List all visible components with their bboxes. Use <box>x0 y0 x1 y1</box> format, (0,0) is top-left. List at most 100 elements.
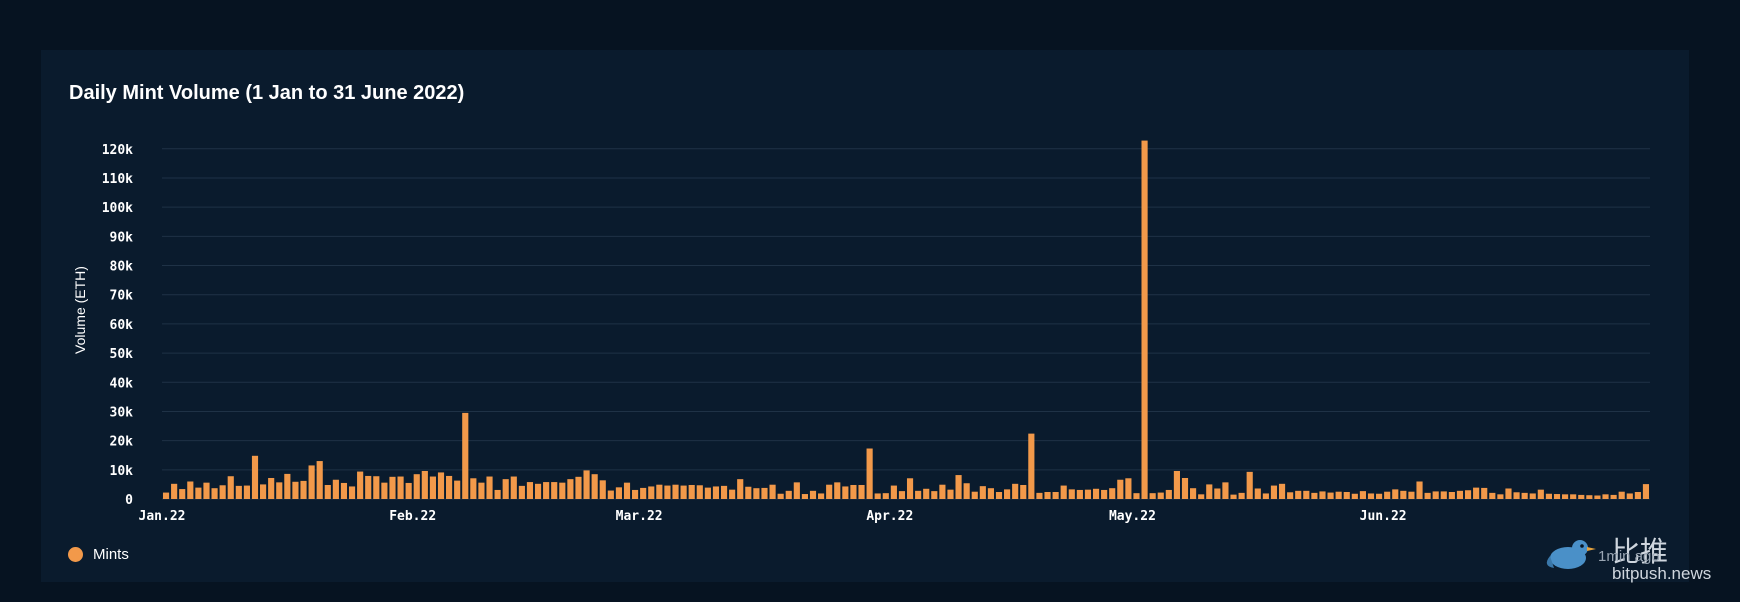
bar[interactable] <box>518 485 525 499</box>
bar[interactable] <box>1214 488 1221 499</box>
bar[interactable] <box>381 482 388 499</box>
bar[interactable] <box>1238 492 1245 499</box>
bar[interactable] <box>842 486 849 499</box>
bar[interactable] <box>494 489 501 499</box>
bar[interactable] <box>680 485 687 499</box>
bar[interactable] <box>1036 492 1043 499</box>
bar[interactable] <box>745 486 752 499</box>
bar[interactable] <box>1303 490 1310 499</box>
bar[interactable] <box>1392 489 1399 499</box>
bar[interactable] <box>615 487 622 499</box>
bar[interactable] <box>947 489 954 499</box>
bar[interactable] <box>543 482 550 499</box>
bar[interactable] <box>357 471 364 499</box>
bar[interactable] <box>1343 492 1350 499</box>
bar[interactable] <box>446 475 453 499</box>
bar[interactable] <box>826 484 833 499</box>
bar[interactable] <box>470 478 477 499</box>
bar[interactable] <box>632 489 639 499</box>
bar[interactable] <box>462 412 469 499</box>
bar[interactable] <box>874 493 881 499</box>
bar[interactable] <box>1165 489 1172 499</box>
bar[interactable] <box>1594 495 1601 500</box>
bar[interactable] <box>1052 492 1059 499</box>
bar[interactable] <box>534 483 542 499</box>
bar[interactable] <box>235 485 242 499</box>
bar[interactable] <box>187 481 194 499</box>
bar[interactable] <box>1610 494 1617 499</box>
bar[interactable] <box>1319 491 1326 499</box>
bar[interactable] <box>413 474 420 499</box>
bar[interactable] <box>688 484 695 499</box>
bar[interactable] <box>834 482 841 499</box>
bar[interactable] <box>454 480 461 499</box>
bar[interactable] <box>478 482 485 499</box>
bar[interactable] <box>559 482 566 499</box>
bar[interactable] <box>955 475 962 499</box>
bar[interactable] <box>777 493 784 499</box>
bar[interactable] <box>818 493 825 499</box>
bar[interactable] <box>365 475 372 499</box>
bar[interactable] <box>1481 487 1488 499</box>
bar[interactable] <box>858 484 865 499</box>
bar[interactable] <box>1270 485 1278 499</box>
bar[interactable] <box>1505 488 1512 499</box>
bar[interactable] <box>1020 484 1027 499</box>
bar[interactable] <box>1602 494 1609 499</box>
bar[interactable] <box>1513 492 1520 499</box>
bar[interactable] <box>1125 478 1132 499</box>
bar[interactable] <box>284 473 291 499</box>
bar[interactable] <box>1642 484 1650 499</box>
bar[interactable] <box>437 472 445 499</box>
bar[interactable] <box>607 490 614 499</box>
bar[interactable] <box>1464 490 1472 499</box>
bar[interactable] <box>1117 479 1124 499</box>
bar[interactable] <box>397 476 404 499</box>
bar[interactable] <box>1173 470 1180 499</box>
bar[interactable] <box>987 488 994 499</box>
bar[interactable] <box>1084 489 1092 499</box>
bar[interactable] <box>1101 489 1108 499</box>
bar[interactable] <box>1384 491 1391 499</box>
bar[interactable] <box>1246 471 1253 499</box>
bar[interactable] <box>179 489 186 499</box>
bar[interactable] <box>915 490 922 499</box>
bar[interactable] <box>1133 493 1140 499</box>
bar[interactable] <box>1109 488 1116 499</box>
bar[interactable] <box>219 485 226 499</box>
bar[interactable] <box>340 482 348 499</box>
bar[interactable] <box>583 470 590 499</box>
bar[interactable] <box>1456 490 1464 499</box>
bar[interactable] <box>890 485 897 499</box>
bar[interactable] <box>203 482 210 499</box>
bar[interactable] <box>251 455 259 499</box>
bar[interactable] <box>1626 493 1633 499</box>
bar[interactable] <box>793 482 800 499</box>
bar[interactable] <box>1004 489 1011 499</box>
bar[interactable] <box>1198 494 1205 499</box>
bar[interactable] <box>1529 493 1536 499</box>
bar[interactable] <box>696 485 703 499</box>
bar[interactable] <box>324 484 331 499</box>
bar[interactable] <box>211 488 218 499</box>
bar[interactable] <box>1400 490 1407 499</box>
bar[interactable] <box>923 488 930 499</box>
bar[interactable] <box>486 476 493 499</box>
bar[interactable] <box>171 483 178 499</box>
bar[interactable] <box>1076 489 1083 499</box>
bar[interactable] <box>1157 492 1164 499</box>
bar[interactable] <box>1586 495 1593 499</box>
bar[interactable] <box>1408 491 1415 499</box>
bar[interactable] <box>1537 489 1544 499</box>
bar[interactable] <box>373 476 380 499</box>
bar[interactable] <box>1262 493 1269 499</box>
bar[interactable] <box>1012 483 1019 499</box>
bar[interactable] <box>1190 488 1197 499</box>
bar[interactable] <box>623 482 631 499</box>
bar[interactable] <box>809 490 817 499</box>
bar[interactable] <box>1432 491 1439 499</box>
bar[interactable] <box>389 476 396 499</box>
bar[interactable] <box>162 492 170 499</box>
legend[interactable]: Mints <box>68 546 129 563</box>
bar[interactable] <box>405 482 412 499</box>
